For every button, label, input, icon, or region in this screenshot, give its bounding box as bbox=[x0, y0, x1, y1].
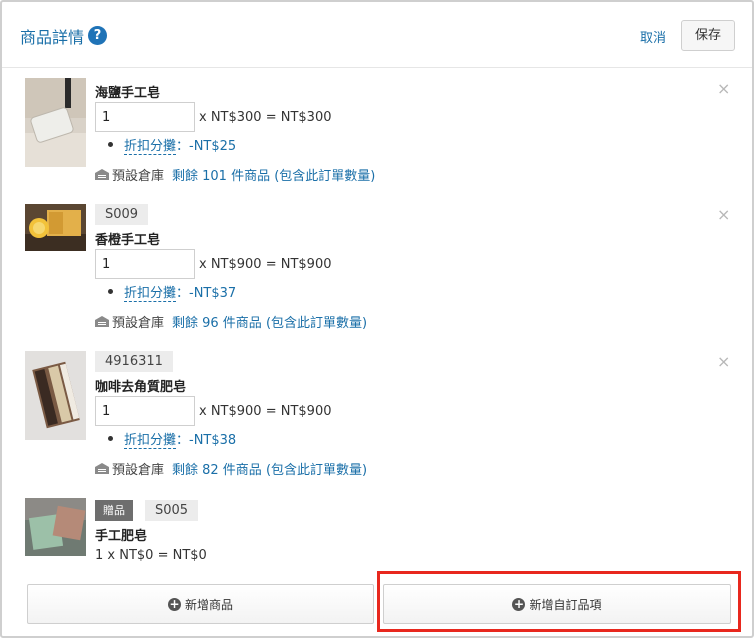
discount-label[interactable]: 折扣分攤 bbox=[124, 139, 177, 155]
warehouse-icon bbox=[95, 463, 109, 474]
price-line: x NT$300 = NT$300 bbox=[199, 110, 332, 125]
product-thumbnail bbox=[25, 78, 86, 167]
discount-value: ：-NT$25 bbox=[176, 139, 237, 154]
price-line: 1 x NT$0 = NT$0 bbox=[95, 548, 207, 563]
highlight-box bbox=[377, 571, 741, 632]
stock-info[interactable]: 剩餘 96 件商品 (包含此訂單數量) bbox=[172, 312, 367, 331]
quantity-input[interactable] bbox=[95, 396, 195, 426]
warehouse-label: 預設倉庫 bbox=[112, 169, 165, 184]
plus-circle-icon: + bbox=[167, 596, 181, 611]
remove-item-icon[interactable]: × bbox=[717, 205, 730, 224]
add-product-label: 新增商品 bbox=[184, 597, 233, 612]
discount-label[interactable]: 折扣分攤 bbox=[124, 286, 177, 302]
order-item-details-panel: 商品詳情 ? 取消 保存 × 海鹽手工皂 x NT$300 = NT$300 折… bbox=[0, 0, 754, 638]
remove-item-icon[interactable]: × bbox=[717, 79, 730, 98]
quantity-input[interactable] bbox=[95, 102, 195, 132]
discount-allocation[interactable]: 折扣分攤：-NT$37 bbox=[124, 282, 237, 302]
discount-value: ：-NT$38 bbox=[176, 433, 237, 448]
warehouse-icon bbox=[95, 316, 109, 327]
stock-info[interactable]: 剩餘 82 件商品 (包含此訂單數量) bbox=[172, 459, 367, 478]
question-icon[interactable]: ? bbox=[88, 26, 107, 45]
price-line: x NT$900 = NT$900 bbox=[199, 257, 332, 272]
quantity-input[interactable] bbox=[95, 249, 195, 279]
product-thumbnail bbox=[25, 498, 86, 556]
remove-item-icon[interactable]: × bbox=[717, 352, 730, 371]
warehouse-label: 預設倉庫 bbox=[112, 316, 165, 331]
bullet-dot bbox=[108, 436, 113, 441]
add-product-button[interactable]: + 新增商品 bbox=[27, 584, 374, 624]
bullet-dot bbox=[108, 142, 113, 147]
gift-badge: 贈品 bbox=[95, 500, 133, 521]
discount-label[interactable]: 折扣分攤 bbox=[124, 433, 177, 449]
product-thumbnail bbox=[25, 204, 86, 251]
stock-info[interactable]: 剩餘 101 件商品 (包含此訂單數量) bbox=[172, 165, 375, 184]
bullet-dot bbox=[108, 289, 113, 294]
save-button[interactable]: 保存 bbox=[681, 20, 735, 51]
sku-badge: S005 bbox=[145, 500, 199, 521]
product-name: 咖啡去角質肥皂 bbox=[95, 380, 187, 395]
discount-allocation[interactable]: 折扣分攤：-NT$38 bbox=[124, 429, 237, 449]
panel-title: 商品詳情 bbox=[20, 28, 85, 47]
sku-badge: S009 bbox=[95, 204, 149, 225]
discount-allocation[interactable]: 折扣分攤：-NT$25 bbox=[124, 135, 237, 155]
warehouse-icon bbox=[95, 169, 109, 180]
product-name: 香橙手工皂 bbox=[95, 233, 161, 248]
cancel-link[interactable]: 取消 bbox=[640, 27, 666, 46]
product-name: 海鹽手工皂 bbox=[95, 86, 161, 101]
warehouse-label: 預設倉庫 bbox=[112, 463, 165, 478]
panel-header: 商品詳情 ? 取消 保存 bbox=[2, 2, 752, 68]
sku-badge: 4916311 bbox=[95, 351, 173, 372]
product-name: 手工肥皂 bbox=[95, 529, 148, 544]
price-line: x NT$900 = NT$900 bbox=[199, 404, 332, 419]
discount-value: ：-NT$37 bbox=[176, 286, 237, 301]
product-thumbnail bbox=[25, 351, 86, 440]
